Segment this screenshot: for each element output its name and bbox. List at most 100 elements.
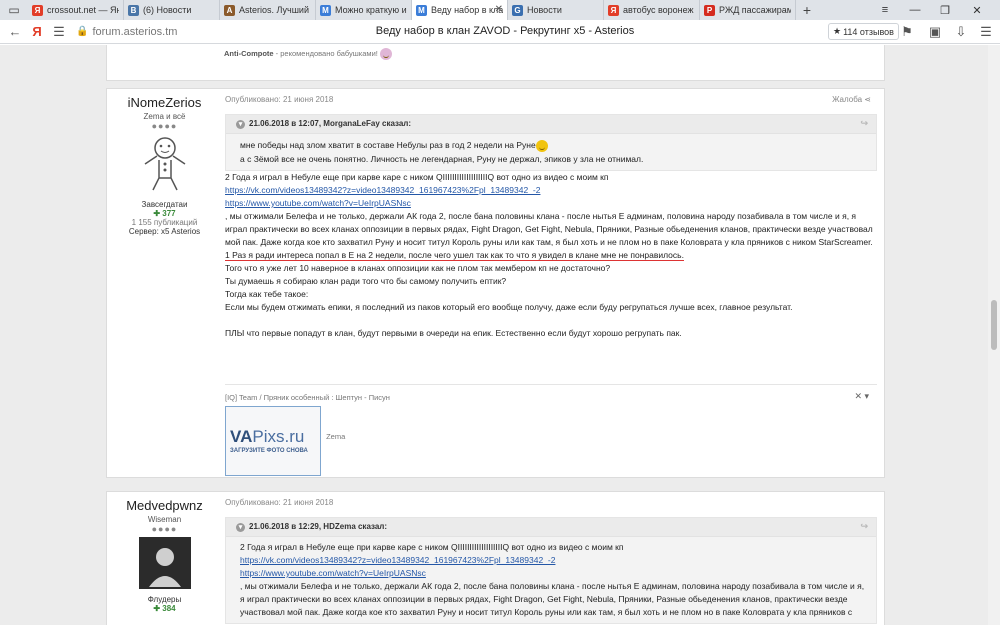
- close-window-icon[interactable]: ✕: [962, 0, 992, 20]
- laughing-emoji-icon: [535, 139, 548, 152]
- site-menu-icon[interactable]: ☰: [48, 21, 70, 43]
- bookmark-icon[interactable]: ⚑: [896, 21, 918, 43]
- post-count: 1 155 публикаций: [131, 218, 198, 227]
- scrollbar[interactable]: [988, 45, 1000, 625]
- browser-tab[interactable]: Р РЖД пассажирам. На: [700, 0, 796, 20]
- quote-collapse-icon[interactable]: ▾: [236, 120, 245, 129]
- youtube-link[interactable]: https://www.youtube.com/watch?v=UeIrpUAS…: [240, 568, 426, 578]
- tab-list: Яcrossout.net — Яндекс В (6) Новости A Aster…: [28, 0, 796, 20]
- post-body: Опубликовано: 21 июня 2018 ▾ 21.06.2018 в…: [225, 492, 877, 624]
- vk-video-link[interactable]: https://vk.com/videos13489342?z=video134…: [240, 555, 555, 565]
- quote-collapse-icon[interactable]: ▾: [236, 523, 245, 532]
- rank-dots: ●●●●: [151, 524, 178, 534]
- quote-block: ▾ 21.06.2018 в 12:07, MorganaLeFay сказал…: [225, 114, 877, 171]
- pixs-logo: VAPixs.ru: [230, 427, 304, 447]
- forum-page: Anti-Compote - рекомендовано бабушками! …: [0, 45, 1000, 625]
- reviews-badge[interactable]: ★ 114 отзывов: [828, 23, 899, 40]
- signature-image[interactable]: VAPixs.ru ЗАГРУЗИТЕ ФОТО СНОВА: [225, 406, 321, 476]
- author-group: Флудеры: [147, 595, 182, 604]
- quote-share-icon[interactable]: ↪: [860, 521, 868, 532]
- author-name[interactable]: Medvedpwnz: [107, 498, 222, 513]
- post-date: Опубликовано: 21 июня 2018: [225, 95, 334, 104]
- quote-line: а с Зёмой все не очень понятно. Личность…: [240, 154, 644, 164]
- avatar[interactable]: [138, 537, 191, 589]
- extension-icon[interactable]: ▣: [924, 21, 946, 43]
- previous-post-signature: Anti-Compote - рекомендовано бабушками!: [224, 48, 392, 60]
- reputation-value: 377: [162, 209, 176, 218]
- menu-icon[interactable]: ☰: [975, 21, 997, 43]
- vk-video-link[interactable]: https://vk.com/videos13489342?z=video134…: [225, 185, 540, 195]
- author-server: Сервер: x5 Asterios: [128, 227, 201, 236]
- tab-title: crossout.net — Яндекс: [47, 5, 119, 15]
- signature-text: [IQ] Team / Пряник особенный : Шептун - …: [225, 393, 390, 402]
- tab-favicon-icon: G: [512, 4, 523, 16]
- tab-favicon-icon: Я: [32, 4, 43, 16]
- window-menu-icon[interactable]: ≡: [870, 0, 900, 20]
- emoji-icon: [379, 48, 392, 60]
- browser-tab[interactable]: G Новости: [508, 0, 604, 20]
- new-tab-button[interactable]: +: [796, 2, 818, 18]
- tab-favicon-icon: M: [320, 4, 331, 16]
- tab-favicon-icon: A: [224, 4, 235, 16]
- quote-block: ▾ 21.06.2018 в 12:29, HDZema сказал: ↪ 2 Г…: [225, 517, 877, 624]
- address-bar: ← Я ☰ 🔒 forum.asterios.tm Веду набор в к…: [0, 20, 1000, 44]
- post-body: Опубликовано: 21 июня 2018 Жалоба ⋖ ▾ 21.…: [225, 89, 877, 476]
- author-group: Завсегдатаи: [141, 200, 188, 209]
- post-line: Ты думаешь я собираю клан ради того что …: [225, 276, 507, 286]
- post-author: Medvedpwnz Wiseman ●●●● Флудеры ✚ 384: [107, 492, 222, 613]
- rank-dots: ●●●●: [151, 121, 178, 131]
- post-text: 2 Года я играл в Небуле еще при карве ка…: [225, 171, 877, 340]
- quote-line: мне победы над злом хватит в составе Неб…: [240, 138, 866, 152]
- report-link[interactable]: Жалоба ⋖: [832, 95, 871, 104]
- tab-favicon-icon: В: [128, 4, 139, 16]
- post-date: Опубликовано: 21 июня 2018: [225, 498, 334, 507]
- downloads-icon[interactable]: ⇩: [950, 21, 972, 43]
- quote-author: 21.06.2018 в 12:29, HDZema сказал:: [249, 522, 388, 531]
- reputation: ✚ 384: [153, 604, 176, 613]
- reviews-count: 114 отзывов: [843, 26, 894, 37]
- avatar[interactable]: [135, 134, 195, 194]
- post-line: ПЛЫ что первые попадут в клан, будут пер…: [225, 328, 682, 338]
- quote-header: ▾ 21.06.2018 в 12:07, MorganaLeFay сказал…: [226, 115, 876, 134]
- forum-post: Medvedpwnz Wiseman ●●●● Флудеры ✚ 384 Оп…: [106, 491, 885, 625]
- url-field[interactable]: forum.asterios.tm: [92, 26, 177, 38]
- gingerbread-avatar-icon: [144, 137, 185, 191]
- youtube-link[interactable]: https://www.youtube.com/watch?v=UeIrpUAS…: [225, 198, 411, 208]
- quote-header: ▾ 21.06.2018 в 12:29, HDZema сказал: ↪: [226, 518, 876, 537]
- tab-title: Asterios. Лучший игровой: [239, 5, 311, 15]
- browser-tab[interactable]: В (6) Новости: [124, 0, 220, 20]
- logo-mark: VA: [230, 427, 253, 446]
- close-tab-icon[interactable]: ✕: [495, 4, 503, 15]
- browser-tab[interactable]: A Asterios. Лучший игровой: [220, 0, 316, 20]
- author-name[interactable]: iNomeZerios: [107, 95, 222, 110]
- back-icon[interactable]: ←: [4, 21, 26, 43]
- signature-name: Zema: [326, 432, 346, 441]
- signature-controls[interactable]: ✕ ▾: [854, 391, 869, 402]
- signature-name: Anti-Compote: [224, 48, 274, 58]
- post-line: 2 Года я играл в Небуле еще при карве ка…: [225, 172, 609, 182]
- browser-tab[interactable]: M Можно краткую историю: [316, 0, 412, 20]
- previous-post: [106, 45, 885, 81]
- yandex-icon[interactable]: Я: [26, 21, 48, 43]
- scrollbar-thumb[interactable]: [991, 300, 997, 350]
- tabs-overview-icon[interactable]: ▭: [0, 0, 28, 20]
- maximize-icon[interactable]: ❐: [930, 0, 960, 20]
- tab-title: Можно краткую историю: [335, 5, 407, 15]
- tab-title: автобус воронеж москва: [623, 5, 695, 15]
- forum-post: iNomeZerios Zema и всё ●●●● Завсегдатаи …: [106, 88, 885, 478]
- tab-title: Веду набор в клан: [431, 5, 503, 15]
- minimize-icon[interactable]: —: [900, 0, 930, 20]
- post-paragraph: , мы отжимали Белефа и не только, держал…: [225, 211, 873, 247]
- browser-tab[interactable]: M Веду набор в клан ✕: [412, 0, 508, 20]
- browser-tab[interactable]: Яcrossout.net — Яндекс: [28, 0, 124, 20]
- quote-line: , мы отжимали Белефа и не только, держал…: [240, 581, 865, 617]
- tab-title: Новости: [527, 5, 562, 15]
- quote-line: 2 Года я играл в Небуле еще при карве ка…: [240, 542, 624, 552]
- post-line: Тогда как тебе такое:: [225, 289, 309, 299]
- browser-tab[interactable]: Яавтобус воронеж москва: [604, 0, 700, 20]
- quote-body: 2 Года я играл в Небуле еще при карве ка…: [226, 537, 876, 623]
- quote-share-icon[interactable]: ↪: [860, 118, 868, 129]
- share-icon[interactable]: ⋖: [864, 95, 871, 104]
- author-rank: Wiseman: [147, 515, 182, 524]
- author-rank: Zema и всё: [143, 112, 186, 121]
